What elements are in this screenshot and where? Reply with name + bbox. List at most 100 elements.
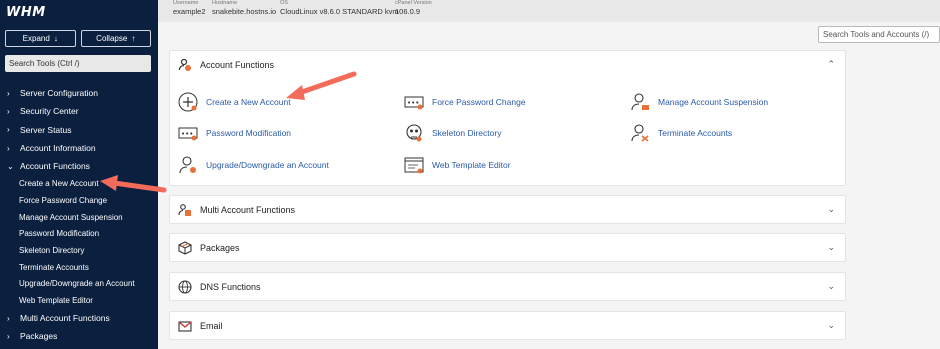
username-info: Username example2	[173, 0, 206, 17]
sidebar-subitem-terminate-accounts[interactable]: Terminate Accounts	[0, 259, 158, 276]
multi-account-functions-header[interactable]: Multi Account Functions ⌄	[170, 196, 845, 224]
expand-button[interactable]: Expand ↓	[5, 30, 76, 47]
password-icon: •••	[404, 92, 424, 112]
sidebar-item-account-information[interactable]: › Account Information	[0, 139, 158, 157]
packages-header[interactable]: Packages ⌄	[170, 234, 845, 262]
sidebar-item-server-status[interactable]: › Server Status	[0, 121, 158, 139]
multi-account-icon	[178, 203, 192, 217]
chevron-down-icon[interactable]: ⌄	[827, 204, 835, 215]
terminate-accounts-link[interactable]: Terminate Accounts	[630, 123, 732, 143]
username-value: example2	[173, 7, 206, 16]
sidebar-item-label: Account Information	[20, 143, 96, 154]
force-password-change-label: Force Password Change	[432, 97, 526, 107]
sidebar-nav: › Server Configuration › Security Center ›…	[0, 84, 158, 346]
hostname-label: Hostname	[212, 0, 238, 6]
user-upgrade-icon	[178, 155, 198, 175]
terminate-accounts-label: Terminate Accounts	[658, 128, 733, 138]
chevron-down-icon[interactable]: ⌄	[827, 242, 835, 253]
chevron-right-icon: ›	[7, 88, 10, 98]
email-panel[interactable]: Email ⌄	[169, 311, 846, 340]
account-functions-title: Account Functions	[200, 60, 275, 70]
sidebar-item-label: Server Configuration	[20, 88, 98, 99]
account-functions-icon	[178, 58, 192, 72]
password-modification-label: Password Modification	[206, 128, 292, 138]
chevron-right-icon: ›	[7, 106, 10, 116]
chevron-right-icon: ›	[7, 125, 10, 135]
dns-functions-panel[interactable]: DNS Functions ⌄	[169, 272, 846, 301]
add-user-icon	[178, 92, 198, 112]
svg-text:•••: •••	[181, 130, 193, 138]
dns-functions-title: DNS Functions	[200, 282, 261, 292]
chevron-down-icon[interactable]: ⌄	[827, 320, 835, 331]
web-template-editor-label: Web Template Editor	[432, 160, 511, 170]
skeleton-directory-link[interactable]: Skeleton Directory	[404, 123, 501, 143]
sidebar-subitem-password-modification[interactable]: Password Modification	[0, 226, 158, 243]
sidebar-item-server-configuration[interactable]: › Server Configuration	[0, 84, 158, 102]
password-modification-link[interactable]: ••• Password Modification	[178, 123, 291, 143]
sidebar-subitem-manage-suspension[interactable]: Manage Account Suspension	[0, 209, 158, 226]
svg-text:•••: •••	[407, 99, 419, 107]
chevron-up-icon[interactable]: ⌃	[827, 59, 835, 70]
create-account-label: Create a New Account	[206, 97, 291, 107]
upgrade-downgrade-link[interactable]: Upgrade/Downgrade an Account	[178, 155, 329, 175]
annotation-arrow-sidebar	[100, 175, 167, 193]
arrow-down-icon: ↓	[53, 34, 58, 43]
sidebar-item-multi-account-functions[interactable]: › Multi Account Functions	[0, 309, 158, 327]
dns-functions-header[interactable]: DNS Functions ⌄	[170, 273, 845, 301]
globe-icon	[178, 280, 192, 294]
tools-accounts-search-input[interactable]: Search Tools and Accounts (/)	[818, 26, 940, 43]
web-template-icon	[404, 155, 424, 175]
sidebar-item-label: Server Status	[20, 124, 72, 135]
chevron-right-icon: ›	[7, 143, 10, 153]
account-functions-panel: Account Functions ⌃ Create a New Account…	[169, 50, 846, 186]
sidebar-subitem-web-template-editor[interactable]: Web Template Editor	[0, 292, 158, 309]
collapse-button[interactable]: Collapse ↑	[80, 30, 151, 47]
hostname-value: snakebite.hostns.io	[212, 7, 277, 16]
chevron-down-icon[interactable]: ⌄	[827, 281, 835, 292]
os-label: OS	[280, 0, 288, 6]
chevron-down-icon: ⌄	[7, 161, 14, 171]
terminate-user-icon	[630, 123, 650, 143]
skeleton-directory-label: Skeleton Directory	[432, 128, 502, 138]
create-account-link[interactable]: Create a New Account	[178, 92, 291, 112]
whm-logo[interactable]: WHM	[6, 5, 46, 20]
sidebar-item-account-functions[interactable]: ⌄ Account Functions	[0, 157, 158, 175]
multi-account-functions-panel[interactable]: Multi Account Functions ⌄	[169, 195, 846, 224]
cpanel-version-label: cPanel Version	[395, 0, 432, 6]
chevron-right-icon: ›	[7, 313, 10, 323]
sidebar-item-packages[interactable]: › Packages	[0, 327, 158, 345]
collapse-label: Collapse	[96, 34, 128, 43]
packages-title: Packages	[200, 243, 240, 253]
os-value: CloudLinux v8.6.0 STANDARD kvm	[280, 7, 399, 16]
sidebar-item-security-center[interactable]: › Security Center	[0, 102, 158, 120]
sidebar-item-label: Packages	[20, 331, 58, 342]
package-box-icon	[178, 241, 192, 255]
sidebar-subitem-skeleton-directory[interactable]: Skeleton Directory	[0, 242, 158, 259]
account-functions-header[interactable]: Account Functions ⌃	[170, 51, 845, 79]
arrow-up-icon: ↑	[131, 34, 136, 43]
chevron-right-icon: ›	[7, 331, 10, 341]
email-header[interactable]: Email ⌄	[170, 312, 845, 340]
annotation-arrow-main	[286, 71, 357, 100]
manage-suspension-label: Manage Account Suspension	[658, 97, 769, 107]
sidebar-item-label: Multi Account Functions	[20, 313, 110, 324]
password-icon: •••	[178, 123, 198, 143]
manage-suspension-link[interactable]: Manage Account Suspension	[630, 92, 768, 112]
expand-label: Expand	[22, 34, 50, 43]
web-template-editor-link[interactable]: Web Template Editor	[404, 155, 511, 175]
sidebar-item-label: Security Center	[20, 106, 79, 117]
packages-panel[interactable]: Packages ⌄	[169, 233, 846, 262]
upgrade-downgrade-label: Upgrade/Downgrade an Account	[206, 160, 329, 170]
sidebar-search-input[interactable]: Search Tools (Ctrl /)	[5, 55, 151, 72]
username-label: Username	[173, 0, 199, 6]
cpanel-version-value: 106.0.9	[395, 7, 421, 16]
multi-account-functions-title: Multi Account Functions	[200, 205, 296, 215]
envelope-icon	[178, 319, 192, 333]
force-password-change-link[interactable]: ••• Force Password Change	[404, 92, 526, 112]
cpanel-version-info: cPanel Version 106.0.9	[395, 0, 432, 17]
sidebar-subitem-upgrade-downgrade[interactable]: Upgrade/Downgrade an Account	[0, 276, 158, 293]
user-suspension-icon	[630, 92, 650, 112]
os-info: OS CloudLinux v8.6.0 STANDARD kvm	[280, 0, 399, 17]
hostname-info: Hostname snakebite.hostns.io	[212, 0, 276, 17]
sidebar-item-label: Account Functions	[20, 161, 90, 172]
